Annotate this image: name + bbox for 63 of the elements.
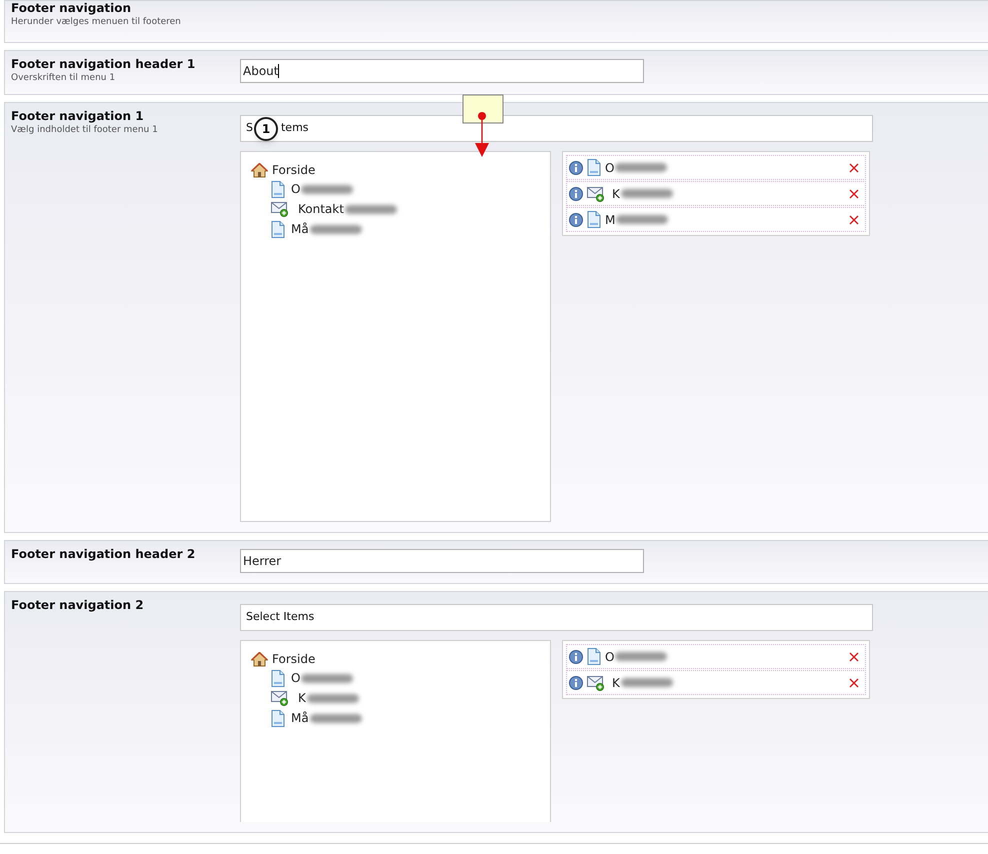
- remove-icon[interactable]: [849, 652, 859, 662]
- redaction-smear: [616, 215, 668, 224]
- selected-item[interactable]: M: [566, 207, 866, 232]
- redaction-smear: [306, 694, 359, 702]
- field-description: Vælg indholdet til footer menu 1: [11, 124, 159, 136]
- text-field[interactable]: About: [240, 59, 644, 83]
- selected-item[interactable]: O: [566, 644, 866, 669]
- item-label: M: [605, 212, 616, 228]
- text-field[interactable]: Herrer: [240, 549, 644, 573]
- house-icon: [251, 162, 268, 178]
- redaction-smear: [301, 674, 354, 682]
- selected-item[interactable]: K: [566, 670, 866, 695]
- item-label: Må: [291, 710, 309, 727]
- select-items-bar[interactable]: Select Items: [240, 604, 873, 631]
- envelope-icon: [271, 690, 289, 706]
- redaction-smear: [301, 184, 354, 194]
- document-icon: [587, 648, 601, 665]
- item-label: O: [291, 181, 300, 198]
- envelope-icon: [587, 186, 605, 202]
- envelope-icon: [587, 674, 605, 690]
- info-icon[interactable]: [569, 186, 583, 200]
- redaction-smear: [344, 204, 397, 214]
- item-label: K: [612, 186, 620, 202]
- selected-item[interactable]: O: [566, 155, 866, 180]
- document-icon: [587, 159, 601, 176]
- item-label: K: [612, 674, 620, 692]
- tree-item[interactable]: Forside: [251, 650, 540, 668]
- remove-icon[interactable]: [849, 678, 859, 688]
- redaction-smear: [310, 714, 362, 722]
- document-icon: [271, 710, 285, 726]
- item-label: O: [605, 160, 614, 176]
- redaction-smear: [620, 189, 673, 198]
- remove-icon[interactable]: [849, 188, 859, 198]
- info-icon[interactable]: [569, 212, 583, 226]
- item-label: O: [605, 648, 614, 666]
- item-label: Kontakt: [298, 201, 344, 218]
- tree-item[interactable]: Forside: [251, 161, 540, 179]
- envelope-icon: [271, 201, 289, 217]
- redaction-smear: [620, 678, 673, 687]
- field-title: Footer navigation header 1: [11, 57, 196, 72]
- item-label: O: [291, 670, 300, 687]
- field-title: Footer navigation 1: [11, 109, 145, 124]
- info-icon[interactable]: [569, 650, 583, 664]
- info-icon[interactable]: [569, 160, 583, 174]
- house-icon: [251, 652, 268, 666]
- item-label: K: [298, 690, 306, 707]
- remove-icon[interactable]: [849, 214, 859, 224]
- document-icon: [271, 670, 285, 686]
- document-icon: [587, 211, 601, 228]
- selected-item[interactable]: K: [566, 181, 866, 206]
- redaction-smear: [615, 652, 668, 661]
- field-title: Footer navigation: [11, 1, 132, 16]
- item-label: Må: [291, 221, 309, 238]
- field-title: Footer navigation 2: [11, 598, 145, 613]
- remove-icon[interactable]: [849, 162, 859, 172]
- document-icon: [271, 180, 285, 198]
- field-title: Footer navigation header 2: [11, 547, 196, 562]
- redaction-smear: [310, 224, 362, 234]
- info-icon[interactable]: [569, 676, 583, 690]
- document-icon: [271, 220, 285, 238]
- field-description: Overskriften til menu 1: [11, 72, 116, 84]
- field-description: Herunder vælges menuen til footeren: [11, 16, 182, 28]
- redaction-smear: [615, 163, 668, 172]
